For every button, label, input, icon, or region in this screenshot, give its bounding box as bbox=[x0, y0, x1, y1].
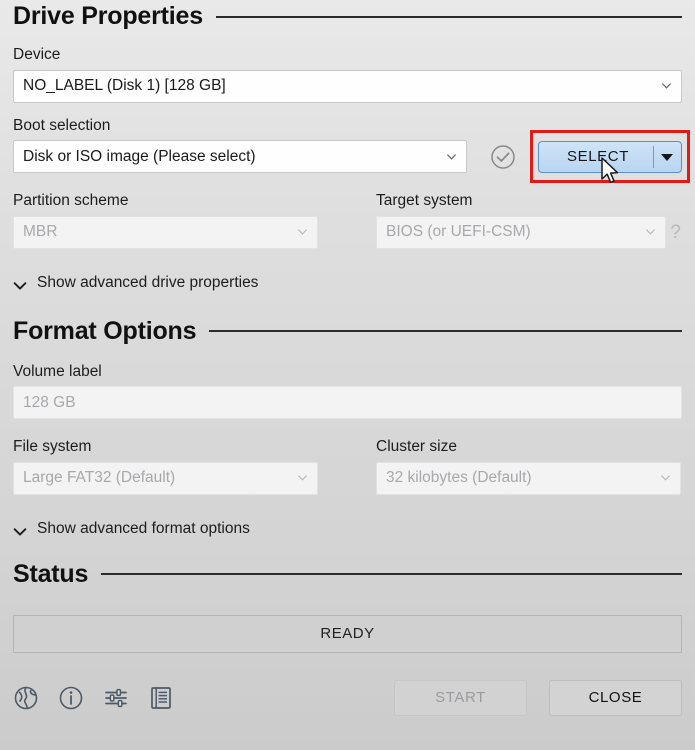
cluster-size-label: Cluster size bbox=[376, 438, 457, 455]
boot-selection-dropdown[interactable]: Disk or ISO image (Please select) bbox=[13, 140, 467, 173]
target-system-value: BIOS (or UEFI-CSM) bbox=[386, 223, 531, 240]
info-icon[interactable] bbox=[58, 685, 84, 711]
target-system-group: Target system BIOS (or UEFI-CSM) ? bbox=[376, 193, 681, 249]
rufus-window: Drive Properties Device NO_LABEL (Disk 1… bbox=[0, 0, 695, 750]
status-message: READY bbox=[320, 625, 375, 642]
filesystem-cluster-row: File system Large FAT32 (Default) Cluste… bbox=[13, 439, 682, 495]
device-value: NO_LABEL (Disk 1) [128 GB] bbox=[23, 77, 226, 94]
start-button[interactable]: START bbox=[394, 679, 527, 716]
action-button-group: START CLOSE bbox=[394, 679, 682, 716]
globe-language-icon[interactable] bbox=[13, 685, 39, 711]
button-divider bbox=[653, 145, 654, 168]
chevron-down-icon bbox=[645, 226, 656, 237]
chevron-down-icon bbox=[446, 151, 457, 162]
chevron-down-icon bbox=[661, 80, 672, 91]
status-bar: READY bbox=[13, 614, 682, 653]
format-options-title: Format Options bbox=[13, 316, 197, 345]
help-icon[interactable]: ? bbox=[670, 223, 681, 242]
cluster-size-value: 32 kilobytes (Default) bbox=[386, 469, 532, 486]
tool-icon-group bbox=[13, 685, 174, 711]
status-header: Status bbox=[13, 560, 682, 589]
show-advanced-drive-properties-label: Show advanced drive properties bbox=[37, 273, 259, 291]
bottom-bar: START CLOSE bbox=[13, 679, 682, 716]
header-rule bbox=[215, 15, 682, 18]
log-list-icon[interactable] bbox=[148, 685, 174, 711]
status-title: Status bbox=[13, 559, 89, 588]
file-system-label: File system bbox=[13, 438, 92, 455]
format-options-header: Format Options bbox=[13, 317, 682, 346]
caret-down-icon[interactable] bbox=[661, 153, 673, 161]
chevron-down-icon bbox=[297, 472, 308, 483]
show-advanced-drive-properties-toggle[interactable]: Show advanced drive properties bbox=[13, 274, 682, 292]
close-button-label: CLOSE bbox=[588, 689, 643, 706]
select-button[interactable]: SELECT bbox=[538, 140, 682, 173]
boot-selection-value: Disk or ISO image (Please select) bbox=[23, 147, 256, 165]
boot-selection-label: Boot selection bbox=[13, 116, 111, 134]
select-button-group: SELECT bbox=[530, 129, 690, 183]
volume-label-input[interactable]: 128 GB bbox=[13, 386, 682, 419]
check-circle-icon bbox=[490, 144, 516, 170]
scheme-target-row: Partition scheme MBR Target system BIOS … bbox=[13, 193, 682, 249]
start-button-label: START bbox=[435, 689, 486, 706]
device-label: Device bbox=[13, 46, 61, 63]
file-system-dropdown[interactable]: Large FAT32 (Default) bbox=[13, 461, 318, 495]
boot-selection-row: Disk or ISO image (Please select) SELECT bbox=[13, 129, 690, 183]
partition-scheme-group: Partition scheme MBR bbox=[13, 193, 318, 249]
chevron-down-icon bbox=[660, 472, 671, 483]
close-button[interactable]: CLOSE bbox=[549, 679, 682, 716]
drive-properties-header: Drive Properties bbox=[13, 2, 682, 31]
target-system-dropdown[interactable]: BIOS (or UEFI-CSM) bbox=[376, 215, 667, 249]
cluster-size-dropdown[interactable]: 32 kilobytes (Default) bbox=[376, 461, 681, 495]
volume-label-value: 128 GB bbox=[23, 393, 76, 411]
show-advanced-format-options-toggle[interactable]: Show advanced format options bbox=[13, 520, 682, 538]
settings-sliders-icon[interactable] bbox=[103, 685, 129, 711]
file-system-value: Large FAT32 (Default) bbox=[23, 469, 176, 486]
header-rule bbox=[101, 573, 682, 575]
device-dropdown[interactable]: NO_LABEL (Disk 1) [128 GB] bbox=[13, 69, 682, 103]
show-advanced-format-options-label: Show advanced format options bbox=[37, 519, 250, 537]
chevron-down-icon bbox=[13, 278, 27, 290]
target-system-label: Target system bbox=[376, 192, 473, 209]
header-rule bbox=[209, 330, 682, 332]
volume-label-label: Volume label bbox=[13, 362, 102, 380]
chevron-down-icon bbox=[297, 226, 308, 237]
partition-scheme-dropdown[interactable]: MBR bbox=[13, 215, 318, 249]
partition-scheme-label: Partition scheme bbox=[13, 192, 129, 209]
cluster-size-group: Cluster size 32 kilobytes (Default) bbox=[376, 439, 681, 495]
partition-scheme-value: MBR bbox=[23, 223, 58, 240]
chevron-down-icon bbox=[13, 524, 27, 536]
select-button-label: SELECT bbox=[567, 148, 629, 165]
drive-properties-title: Drive Properties bbox=[13, 2, 203, 30]
file-system-group: File system Large FAT32 (Default) bbox=[13, 439, 318, 495]
